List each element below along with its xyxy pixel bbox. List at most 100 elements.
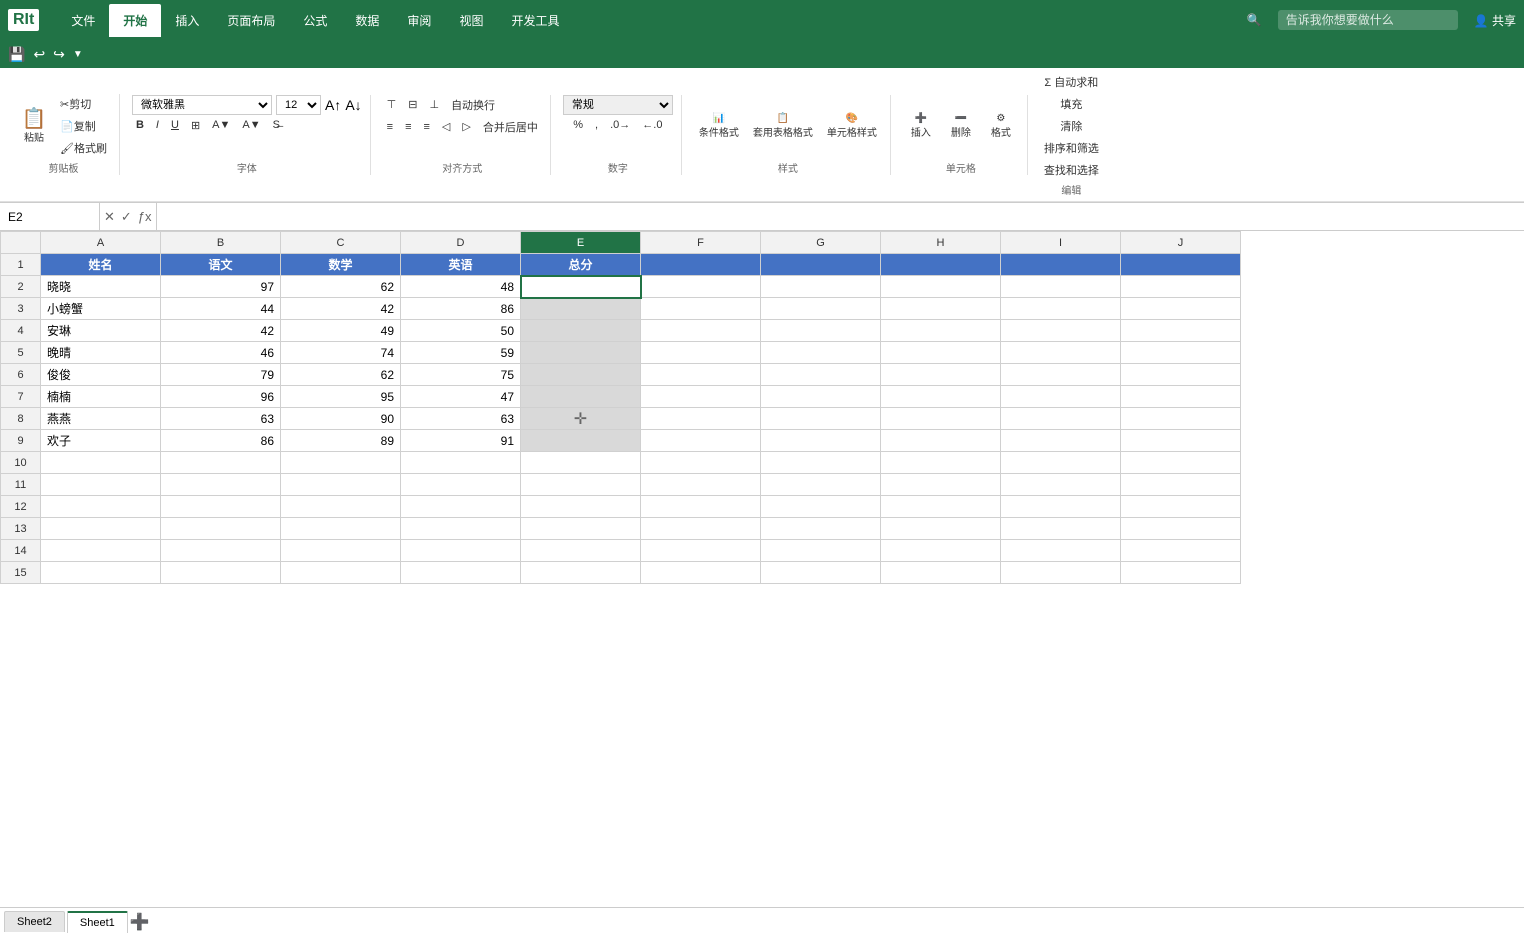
cell-H6[interactable] — [881, 364, 1001, 386]
insert-button[interactable]: ➕ 插入 — [903, 110, 939, 142]
cell-I6[interactable] — [1001, 364, 1121, 386]
increase-decimal-button[interactable]: ←.0 — [638, 117, 666, 133]
cell-H5[interactable] — [881, 342, 1001, 364]
cell-D1[interactable]: 英语 — [401, 254, 521, 276]
cell-I15[interactable] — [1001, 562, 1121, 584]
cell-I13[interactable] — [1001, 518, 1121, 540]
cell-J7[interactable] — [1121, 386, 1241, 408]
cell-G9[interactable] — [761, 430, 881, 452]
cell-D13[interactable] — [401, 518, 521, 540]
cell-F1[interactable] — [641, 254, 761, 276]
col-header-D[interactable]: D — [401, 232, 521, 254]
cell-F3[interactable] — [641, 298, 761, 320]
redo-button[interactable]: ↪ — [53, 46, 65, 63]
cell-I9[interactable] — [1001, 430, 1121, 452]
cell-I3[interactable] — [1001, 298, 1121, 320]
save-button[interactable]: 💾 — [8, 46, 25, 63]
cell-G10[interactable] — [761, 452, 881, 474]
col-header-C[interactable]: C — [281, 232, 401, 254]
cell-C12[interactable] — [281, 496, 401, 518]
cell-I10[interactable] — [1001, 452, 1121, 474]
cell-B3[interactable]: 44 — [161, 298, 281, 320]
font-size-select[interactable]: 12 — [276, 95, 321, 115]
cell-F2[interactable] — [641, 276, 761, 298]
cell-F5[interactable] — [641, 342, 761, 364]
cell-C13[interactable] — [281, 518, 401, 540]
cell-J5[interactable] — [1121, 342, 1241, 364]
cell-F11[interactable] — [641, 474, 761, 496]
title-tab-开始[interactable]: 开始 — [109, 4, 161, 37]
cell-A7[interactable]: 楠楠 — [41, 386, 161, 408]
cell-J3[interactable] — [1121, 298, 1241, 320]
cell-A2[interactable]: 晓晓 — [41, 276, 161, 298]
cell-E5[interactable] — [521, 342, 641, 364]
table-format-button[interactable]: 📋 套用表格格式 — [748, 110, 818, 142]
cell-style-button[interactable]: 🎨 单元格样式 — [822, 110, 882, 142]
cell-H10[interactable] — [881, 452, 1001, 474]
cell-C14[interactable] — [281, 540, 401, 562]
cell-C10[interactable] — [281, 452, 401, 474]
cell-B2[interactable]: 97 — [161, 276, 281, 298]
cell-E10[interactable] — [521, 452, 641, 474]
cell-C5[interactable]: 74 — [281, 342, 401, 364]
cell-G14[interactable] — [761, 540, 881, 562]
col-header-G[interactable]: G — [761, 232, 881, 254]
cell-B9[interactable]: 86 — [161, 430, 281, 452]
cell-J1[interactable] — [1121, 254, 1241, 276]
paste-button[interactable]: 📋 粘贴 — [16, 106, 52, 147]
percent-button[interactable]: % — [569, 117, 587, 133]
increase-font-button[interactable]: A↑ — [325, 97, 341, 113]
confirm-formula-icon[interactable]: ✓ — [121, 209, 132, 225]
clear-button[interactable]: 清除 — [1056, 116, 1086, 136]
cut-button[interactable]: ✂ 剪切 — [56, 94, 111, 114]
cell-J11[interactable] — [1121, 474, 1241, 496]
row-header-12[interactable]: 12 — [1, 496, 41, 518]
cell-B14[interactable] — [161, 540, 281, 562]
cell-C1[interactable]: 数学 — [281, 254, 401, 276]
cell-B11[interactable] — [161, 474, 281, 496]
cell-I2[interactable] — [1001, 276, 1121, 298]
col-header-J[interactable]: J — [1121, 232, 1241, 254]
cell-E8[interactable]: ✛ — [521, 408, 641, 430]
cell-I8[interactable] — [1001, 408, 1121, 430]
bold-button[interactable]: B — [132, 117, 148, 133]
cell-D10[interactable] — [401, 452, 521, 474]
merge-center-button[interactable]: 合并后居中 — [479, 117, 542, 137]
cell-B15[interactable] — [161, 562, 281, 584]
cell-E4[interactable] — [521, 320, 641, 342]
cell-J8[interactable] — [1121, 408, 1241, 430]
col-header-A[interactable]: A — [41, 232, 161, 254]
col-header-F[interactable]: F — [641, 232, 761, 254]
cell-E6[interactable] — [521, 364, 641, 386]
title-tab-开发工具[interactable]: 开发工具 — [497, 4, 573, 37]
title-tab-插入[interactable]: 插入 — [161, 4, 213, 37]
cell-J10[interactable] — [1121, 452, 1241, 474]
cell-I4[interactable] — [1001, 320, 1121, 342]
cell-B4[interactable]: 42 — [161, 320, 281, 342]
add-sheet-button[interactable]: ➕ — [130, 912, 150, 932]
format-button[interactable]: ⚙ 格式 — [983, 110, 1019, 142]
cell-G13[interactable] — [761, 518, 881, 540]
cell-B10[interactable] — [161, 452, 281, 474]
cell-reference-box[interactable]: E2 — [0, 203, 100, 230]
wrap-text-button[interactable]: 自动换行 — [447, 95, 499, 115]
cell-I7[interactable] — [1001, 386, 1121, 408]
title-tab-文件[interactable]: 文件 — [57, 4, 109, 37]
row-header-10[interactable]: 10 — [1, 452, 41, 474]
cell-G1[interactable] — [761, 254, 881, 276]
formula-input[interactable] — [157, 203, 1524, 230]
title-tab-公式[interactable]: 公式 — [289, 4, 341, 37]
cell-D3[interactable]: 86 — [401, 298, 521, 320]
spreadsheet-scroll-area[interactable]: ABCDEFGHIJ1姓名语文数学英语总分2晓晓9762483小螃蟹444286… — [0, 231, 1524, 584]
cell-H8[interactable] — [881, 408, 1001, 430]
fill-button[interactable]: 填充 — [1056, 94, 1086, 114]
cell-F12[interactable] — [641, 496, 761, 518]
cell-G7[interactable] — [761, 386, 881, 408]
cell-G3[interactable] — [761, 298, 881, 320]
col-header-H[interactable]: H — [881, 232, 1001, 254]
row-header-15[interactable]: 15 — [1, 562, 41, 584]
row-header-11[interactable]: 11 — [1, 474, 41, 496]
undo-button[interactable]: ↩ — [33, 46, 45, 63]
title-tab-审阅[interactable]: 审阅 — [393, 4, 445, 37]
cell-A6[interactable]: 俊俊 — [41, 364, 161, 386]
